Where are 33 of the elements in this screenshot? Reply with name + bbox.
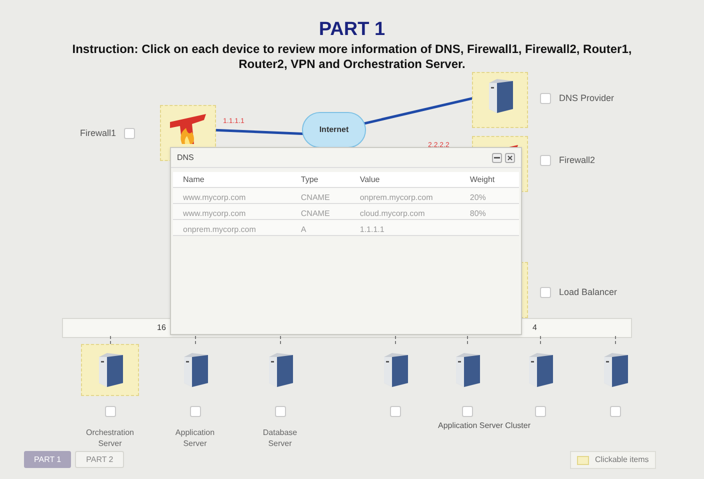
table-cell: CNAME bbox=[300, 208, 330, 218]
table-cell: onprem.mycorp.com bbox=[183, 224, 256, 234]
device-label: Load Balancer bbox=[559, 286, 618, 299]
server-label: Orchestration Server bbox=[84, 427, 136, 449]
device-label: Firewall2 bbox=[559, 154, 596, 167]
instruction-text: Instruction: Click on each device to review more information of DNS, Firewall1, Firewall2, Router1, Router2, VPN and Orchestration Server. bbox=[72, 42, 632, 72]
device-label: Firewall1 bbox=[80, 127, 116, 140]
cluster-label: Application Server Cluster bbox=[438, 420, 530, 432]
column-header: Weight bbox=[470, 174, 496, 186]
column-header: Name bbox=[183, 174, 206, 186]
switch-label: 4 bbox=[532, 322, 537, 334]
server-label: Database Server bbox=[262, 427, 298, 449]
table-cell: 20% bbox=[470, 192, 486, 202]
table-cell: A bbox=[300, 224, 306, 234]
server-label: Application Server bbox=[174, 427, 216, 449]
cloud-label: Internet bbox=[319, 124, 349, 136]
column-header: Type bbox=[300, 174, 320, 186]
switch-label: 16 bbox=[157, 322, 166, 334]
column-header: Value bbox=[360, 174, 381, 186]
part-tab[interactable]: PART 2 bbox=[75, 451, 124, 468]
part-tab[interactable]: PART 1 bbox=[24, 451, 72, 468]
internet-cloud[interactable]: Internet bbox=[302, 112, 366, 148]
table-cell: 1.1.1.1 bbox=[360, 224, 384, 234]
table-cell: CNAME bbox=[300, 192, 330, 202]
table-cell: www.mycorp.com bbox=[183, 208, 246, 218]
window-title: DNS bbox=[177, 152, 194, 164]
page-title: PART 1 bbox=[318, 18, 386, 42]
device-label: DNS Provider bbox=[559, 92, 614, 105]
table-cell: cloud.mycorp.com bbox=[360, 208, 425, 218]
table-cell: 80% bbox=[470, 208, 486, 218]
legend-label: Clickable items bbox=[595, 454, 649, 466]
table-cell: www.mycorp.com bbox=[183, 192, 246, 202]
table-cell: onprem.mycorp.com bbox=[360, 192, 433, 202]
